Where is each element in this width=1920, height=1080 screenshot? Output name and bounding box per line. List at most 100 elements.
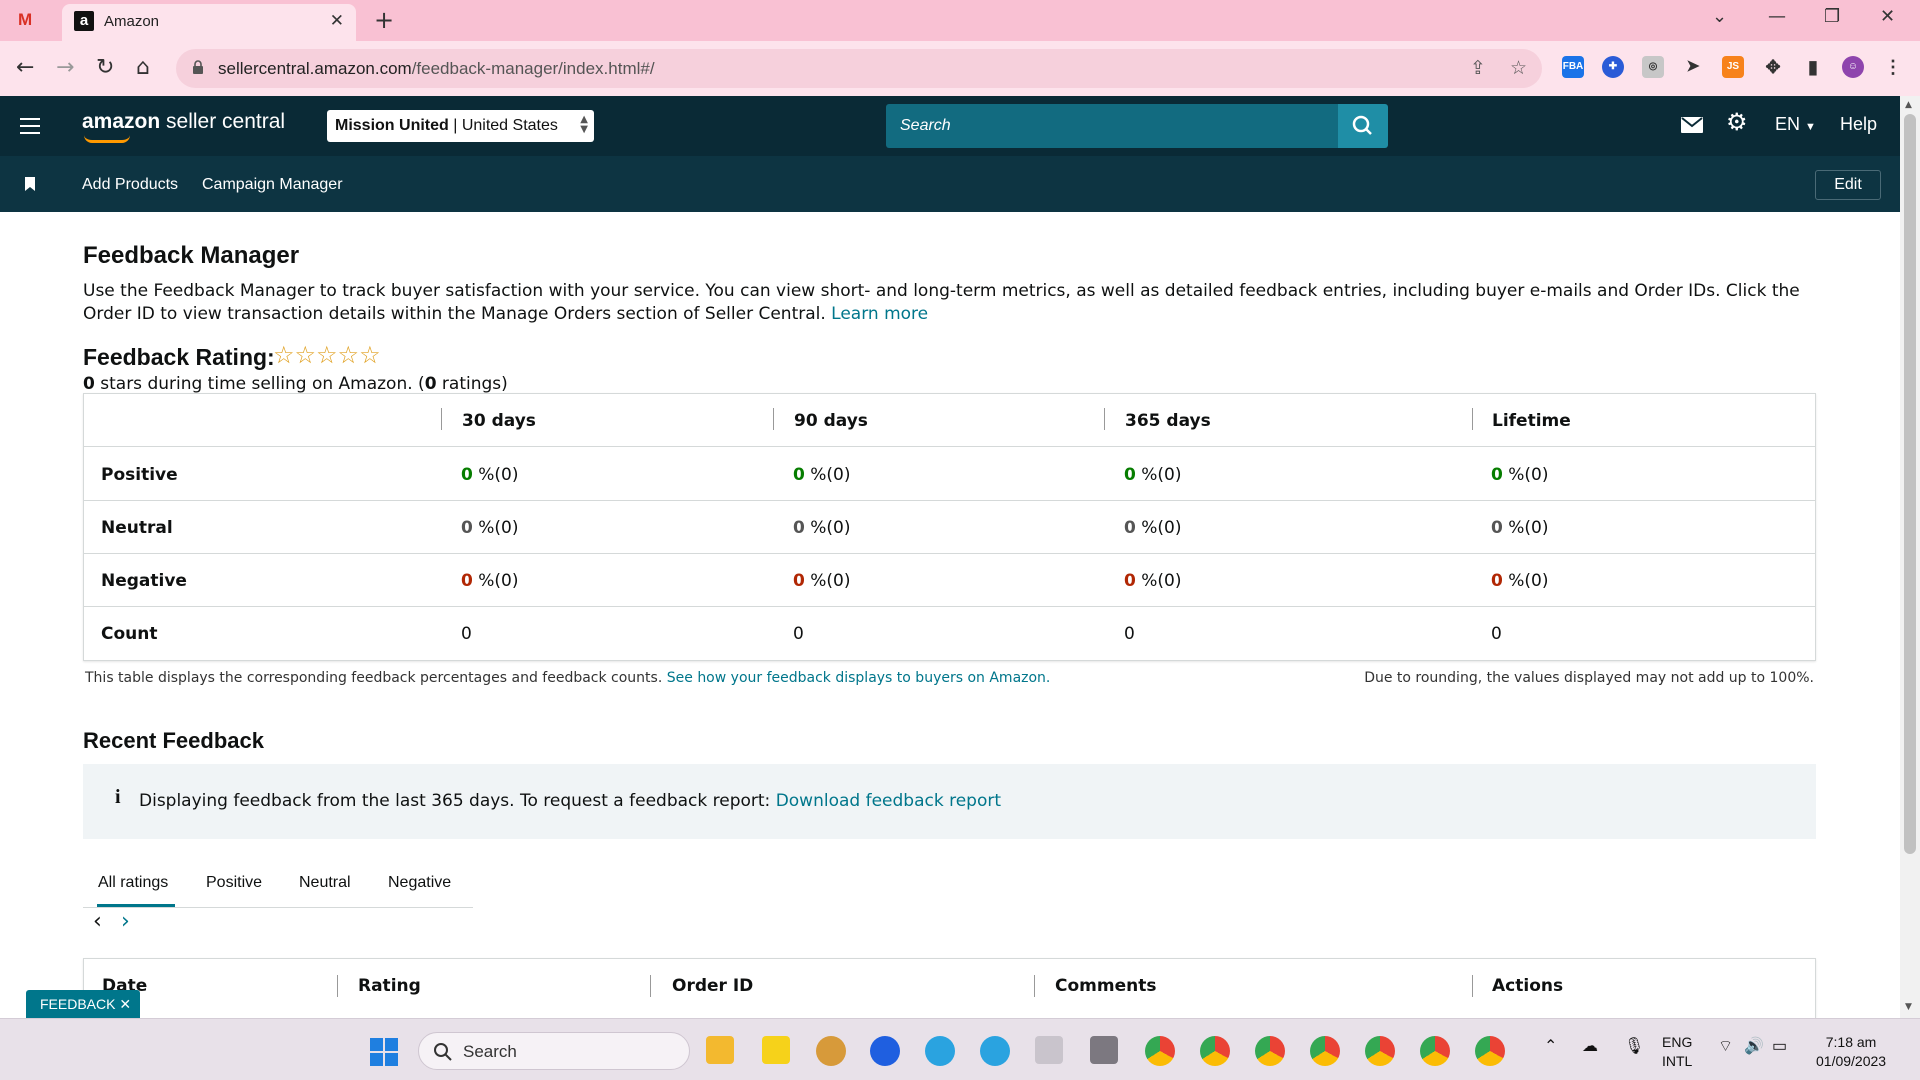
app-icon[interactable] <box>816 1036 846 1066</box>
tab-close-icon[interactable]: ✕ <box>330 11 344 31</box>
learn-more-link[interactable]: Learn more <box>831 304 928 324</box>
column-header[interactable]: Comments <box>1055 976 1156 996</box>
row-label: Negative <box>101 571 187 591</box>
active-tab[interactable]: a Amazon ✕ <box>62 4 356 41</box>
forward-icon[interactable]: → <box>56 55 74 80</box>
intro-text: Use the Feedback Manager to track buyer … <box>83 281 1800 324</box>
windows-start-icon[interactable] <box>370 1038 398 1066</box>
zoom-icon[interactable] <box>870 1036 900 1066</box>
table-cell: 0 %(0) <box>793 518 851 538</box>
seller-central-logo[interactable]: amazon seller central <box>82 110 285 134</box>
table-cell: 0 %(0) <box>1491 518 1549 538</box>
feedback-widget-button[interactable]: FEEDBACK ✕ <box>26 990 140 1018</box>
hamburger-menu-icon[interactable] <box>20 118 40 134</box>
chrome-icon[interactable] <box>1475 1036 1505 1066</box>
file-explorer-icon[interactable] <box>706 1036 734 1064</box>
search-button[interactable] <box>1338 104 1388 148</box>
page-scrollbar[interactable]: ▲ ▼ <box>1900 96 1920 1018</box>
taskbar-search[interactable]: Search <box>418 1032 690 1070</box>
address-bar[interactable]: sellercentral.amazon.com/feedback-manage… <box>176 49 1542 88</box>
amazon-favicon-icon: a <box>74 11 94 31</box>
column-header: 90 days <box>794 411 868 431</box>
back-icon[interactable]: ← <box>16 55 34 80</box>
extensions-puzzle-icon[interactable]: ✥ <box>1762 56 1784 78</box>
profile-avatar-icon[interactable]: ☺ <box>1842 56 1864 78</box>
windows-taskbar: Search ⌃ ☁ 🎙 ENG INTL ⌔ 🔊 ▭ 7:18 am 01/09/… <box>0 1018 1920 1080</box>
download-report-link[interactable]: Download feedback report <box>776 791 1001 811</box>
tab-positive[interactable]: Positive <box>206 874 262 892</box>
extension-icon[interactable]: ➤ <box>1682 56 1704 78</box>
extension-icon[interactable]: ◎ <box>1642 56 1664 78</box>
chrome-icon[interactable] <box>1255 1036 1285 1066</box>
tab-neutral[interactable]: Neutral <box>299 874 351 892</box>
close-window-button[interactable]: ✕ <box>1880 6 1895 27</box>
info-icon: i <box>115 786 121 808</box>
settings-gear-icon[interactable]: ⚙ <box>1726 108 1748 137</box>
tab-all-ratings[interactable]: All ratings <box>98 874 168 892</box>
column-header[interactable]: Rating <box>358 976 421 996</box>
chrome-icon[interactable] <box>1310 1036 1340 1066</box>
table-cell: 0 %(0) <box>461 571 519 591</box>
reload-icon[interactable]: ↻ <box>96 55 114 80</box>
extension-icon[interactable]: ✚ <box>1602 56 1624 78</box>
help-link[interactable]: Help <box>1840 114 1877 135</box>
bookmarks-bar: Add Products Campaign Manager Edit <box>0 156 1900 212</box>
info-text: Displaying feedback from the last 365 da… <box>139 791 1002 811</box>
prev-page-icon[interactable]: ‹ <box>93 909 102 934</box>
volume-icon[interactable]: 🔊 <box>1744 1037 1764 1056</box>
sticky-notes-icon[interactable] <box>762 1036 790 1064</box>
scrollbar-thumb[interactable] <box>1904 114 1916 854</box>
calculator-icon[interactable] <box>1090 1036 1118 1064</box>
column-header[interactable]: Order ID <box>672 976 753 996</box>
side-panel-icon[interactable]: ▮ <box>1802 56 1824 78</box>
chrome-icon[interactable] <box>1145 1036 1175 1066</box>
browser-menu-icon[interactable]: ⋮ <box>1882 56 1904 78</box>
language-indicator[interactable]: ENG INTL <box>1662 1033 1692 1071</box>
campaign-manager-link[interactable]: Campaign Manager <box>202 176 343 194</box>
scroll-up-icon[interactable]: ▲ <box>1905 100 1912 110</box>
new-tab-button[interactable]: + <box>374 6 394 34</box>
chrome-icon[interactable] <box>1420 1036 1450 1066</box>
gmail-tab-icon[interactable]: M <box>18 10 42 30</box>
telegram-icon[interactable] <box>925 1036 955 1066</box>
table-cell: 0 <box>793 624 804 644</box>
tab-negative[interactable]: Negative <box>388 874 451 892</box>
recent-feedback-title: Recent Feedback <box>83 728 264 753</box>
row-label: Neutral <box>101 518 173 538</box>
rating-stars-icon: ☆☆☆☆☆ <box>273 341 381 369</box>
add-products-link[interactable]: Add Products <box>82 176 178 194</box>
table-cell: 0 %(0) <box>1124 571 1182 591</box>
next-page-icon[interactable]: › <box>121 909 130 934</box>
wifi-icon[interactable]: ⌔ <box>1718 1037 1733 1056</box>
language-selector[interactable]: EN ▼ <box>1775 114 1816 135</box>
battery-icon[interactable]: ▭ <box>1772 1037 1787 1056</box>
mail-icon[interactable] <box>1681 116 1703 134</box>
bookmark-icon[interactable] <box>25 177 35 191</box>
table-row: Positive 0 %(0) 0 %(0) 0 %(0) 0 %(0) <box>84 448 1815 501</box>
home-icon[interactable]: ⌂ <box>136 55 150 80</box>
tab-search-chevron-icon[interactable]: ⌄ <box>1712 6 1727 27</box>
search-input[interactable]: Search <box>886 104 1338 148</box>
edit-bookmarks-button[interactable]: Edit <box>1815 170 1881 200</box>
table-cell: 0 %(0) <box>793 571 851 591</box>
bookmark-star-icon[interactable]: ☆ <box>1510 57 1527 79</box>
onedrive-icon[interactable]: ☁ <box>1582 1037 1598 1056</box>
js-extension-icon[interactable]: JS <box>1722 56 1744 78</box>
clock[interactable]: 7:18 am 01/09/2023 <box>1816 1033 1886 1071</box>
search-icon <box>1352 115 1372 135</box>
account-selector[interactable]: Mission United | United States ▲ ▼ <box>327 110 594 142</box>
microphone-icon[interactable]: 🎙 <box>1624 1037 1644 1056</box>
snipping-tool-icon[interactable] <box>1035 1036 1063 1064</box>
tray-overflow-icon[interactable]: ⌃ <box>1544 1037 1557 1056</box>
restore-button[interactable]: ❐ <box>1824 6 1840 27</box>
chrome-icon[interactable] <box>1365 1036 1395 1066</box>
feedback-display-link[interactable]: See how your feedback displays to buyers… <box>667 670 1051 686</box>
table-cell: 0 %(0) <box>1124 518 1182 538</box>
select-caret-icon: ▲ ▼ <box>580 114 588 135</box>
scroll-down-icon[interactable]: ▼ <box>1905 1002 1912 1012</box>
telegram-icon[interactable] <box>980 1036 1010 1066</box>
minimize-button[interactable]: — <box>1768 6 1786 27</box>
share-icon[interactable]: ⇪ <box>1470 57 1486 79</box>
fba-extension-icon[interactable]: FBA <box>1562 56 1584 78</box>
chrome-icon[interactable] <box>1200 1036 1230 1066</box>
